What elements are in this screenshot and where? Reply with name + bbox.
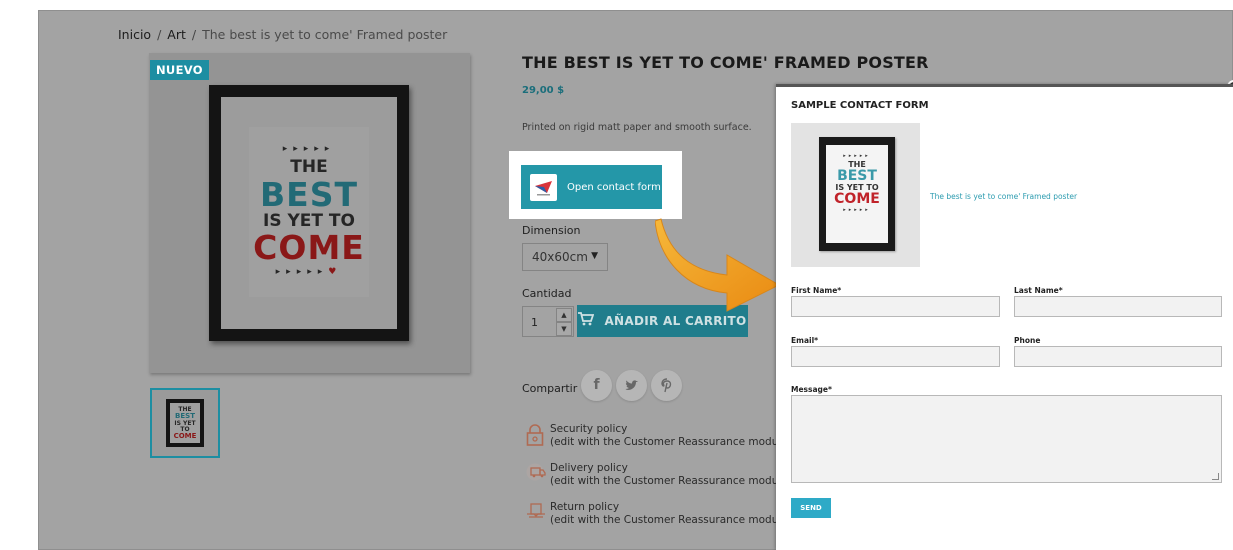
open-contact-form-button[interactable]: Open contact form: [521, 165, 662, 209]
modal-product-link[interactable]: The best is yet to come' Framed poster: [930, 192, 1077, 201]
phone-field[interactable]: [1014, 346, 1222, 367]
dimension-label: Dimension: [522, 224, 581, 237]
dimension-select[interactable]: 40x60cm ▼: [522, 243, 608, 271]
twitter-icon[interactable]: [616, 370, 647, 401]
dimension-value: 40x60cm: [532, 250, 588, 264]
lock-icon: [526, 424, 544, 446]
contact-form-modal: SAMPLE CONTACT FORM ▸▸▸▸▸ THE BEST IS YE…: [776, 84, 1233, 550]
email-field[interactable]: [791, 346, 1000, 367]
open-contact-form-label: Open contact form: [567, 181, 661, 193]
share-label: Compartir: [522, 382, 578, 395]
last-name-field[interactable]: [1014, 296, 1222, 317]
product-thumbnail[interactable]: THE BEST IS YET TO COME: [150, 388, 220, 458]
breadcrumb-category-link[interactable]: Art: [167, 27, 186, 42]
quantity-up-icon[interactable]: ▲: [556, 308, 572, 322]
truck-icon: [526, 463, 546, 481]
breadcrumb-home-link[interactable]: Inicio: [118, 27, 151, 42]
contact-form-logo-icon: [530, 173, 557, 201]
quantity-down-icon[interactable]: ▼: [556, 322, 572, 336]
resize-handle-icon[interactable]: [1212, 473, 1219, 480]
modal-title: SAMPLE CONTACT FORM: [791, 100, 929, 111]
quantity-label: Cantidad: [522, 287, 572, 300]
send-button[interactable]: SEND: [791, 498, 831, 518]
add-to-cart-label: AÑADIR AL CARRITO: [604, 314, 747, 328]
pinterest-icon[interactable]: [651, 370, 682, 401]
caret-down-icon: ▼: [591, 251, 598, 261]
first-name-field[interactable]: [791, 296, 1000, 317]
cart-icon: [578, 312, 595, 330]
pointer-arrow-icon: [655, 218, 781, 312]
modal-product-image: ▸▸▸▸▸ THE BEST IS YET TO COME ▸▸▸▸▸: [791, 123, 920, 267]
message-label: Message*: [791, 385, 832, 394]
quantity-stepper[interactable]: 1 ▲ ▼: [522, 306, 574, 337]
new-badge: NUEVO: [150, 60, 209, 80]
product-description: Printed on rigid matt paper and smooth s…: [522, 122, 752, 133]
product-main-image[interactable]: ▸▸▸▸▸ THE BEST IS YET TO COME ▸▸▸▸▸♥: [149, 53, 470, 373]
email-label: Email*: [791, 336, 819, 345]
quantity-value: 1: [531, 316, 538, 329]
last-name-label: Last Name*: [1014, 286, 1063, 295]
phone-label: Phone: [1014, 336, 1041, 345]
first-name-label: First Name*: [791, 286, 842, 295]
product-price: 29,00 $: [522, 85, 565, 96]
poster-frame: ▸▸▸▸▸ THE BEST IS YET TO COME ▸▸▸▸▸♥: [209, 85, 409, 341]
poster-artwork: ▸▸▸▸▸ THE BEST IS YET TO COME ▸▸▸▸▸♥: [249, 127, 369, 297]
facebook-icon[interactable]: f: [581, 370, 612, 401]
breadcrumb: Inicio / Art / The best is yet to come' Fram…: [118, 27, 448, 42]
breadcrumb-current: The best is yet to come' Framed poster: [202, 27, 448, 42]
message-field[interactable]: [791, 395, 1222, 483]
product-title: THE BEST IS YET TO COME' FRAMED POSTER: [522, 53, 929, 72]
return-icon: [526, 502, 545, 520]
